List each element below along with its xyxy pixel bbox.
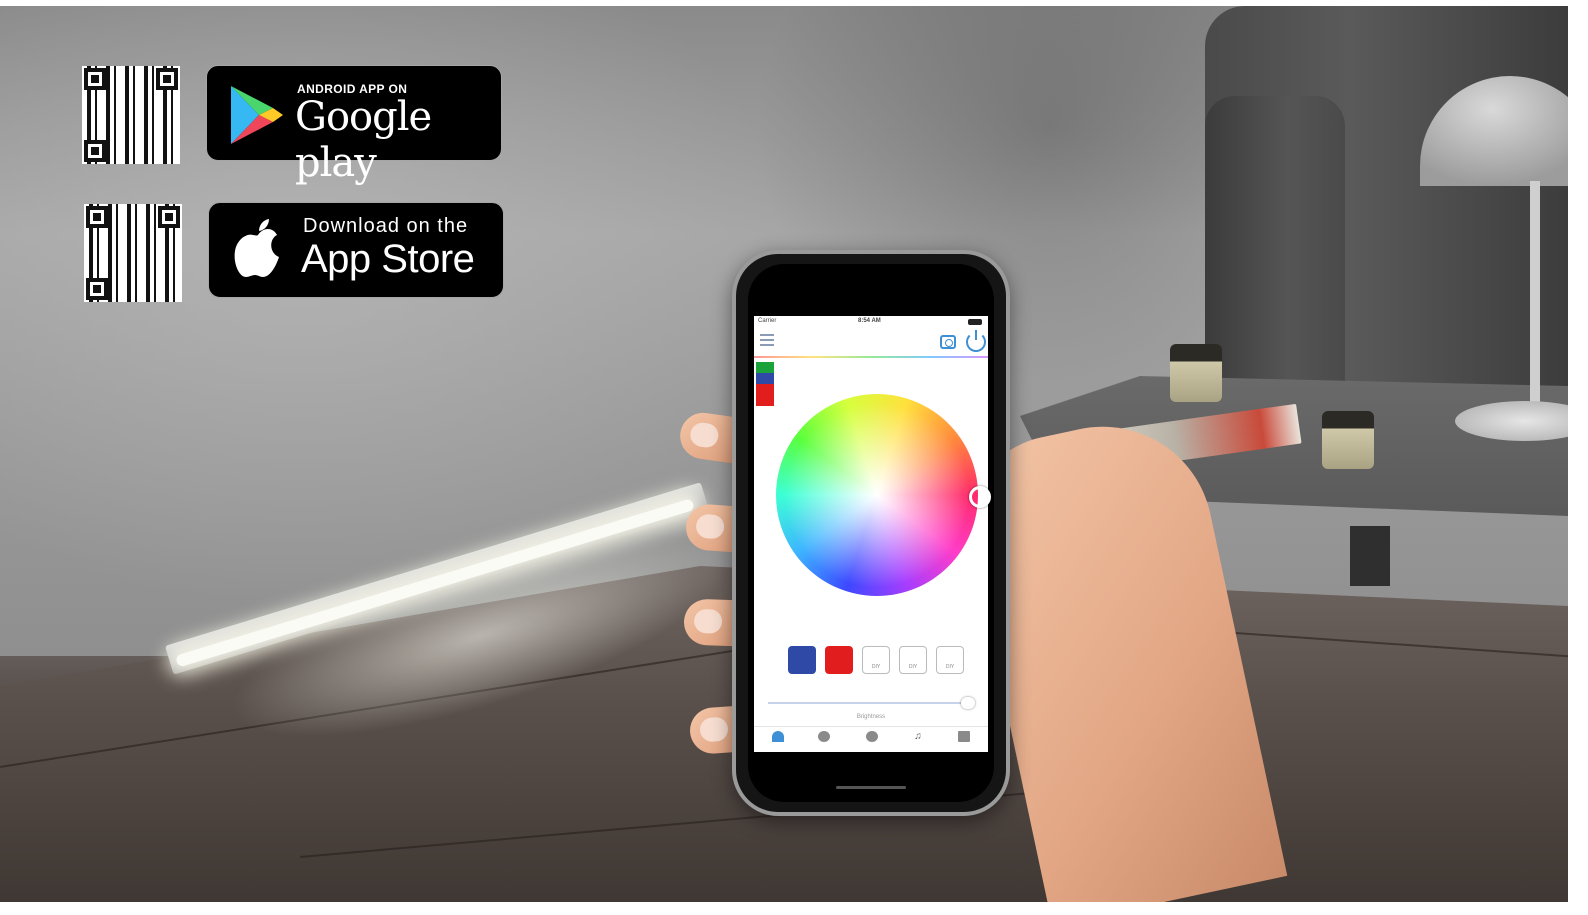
- tab-color[interactable]: [756, 729, 800, 751]
- qr-icon: [958, 731, 970, 742]
- app-store-big-label: App Store: [301, 237, 475, 281]
- brightness-slider-track[interactable]: [768, 702, 974, 704]
- power-icon[interactable]: [966, 330, 986, 352]
- preset-color-red[interactable]: [825, 646, 853, 674]
- ios-qr-code[interactable]: [84, 204, 182, 302]
- color-wheel-cursor[interactable]: [969, 486, 991, 508]
- google-play-icon: [231, 86, 283, 144]
- preset-label: DIY: [945, 664, 955, 670]
- qr-finder: [86, 278, 108, 300]
- swatch-green[interactable]: [756, 362, 774, 373]
- preset-label: DIY: [871, 664, 881, 670]
- swatch-red[interactable]: [756, 384, 774, 395]
- rainbow-divider: [754, 356, 988, 358]
- qr-finder: [86, 206, 108, 228]
- preset-diy-2[interactable]: DIY: [899, 646, 927, 674]
- tab-qr[interactable]: [942, 729, 986, 751]
- preset-color-blue[interactable]: [788, 646, 816, 674]
- tab-mode[interactable]: [802, 729, 846, 751]
- home-indicator: [836, 786, 906, 789]
- tab-music[interactable]: ♫: [896, 729, 940, 751]
- android-qr-code[interactable]: [82, 66, 180, 164]
- lamp-icon: [772, 731, 784, 742]
- brightness-label: Brightness: [856, 714, 886, 720]
- tab-mic[interactable]: [850, 729, 894, 751]
- preset-label: DIY: [908, 664, 918, 670]
- brightness-slider-thumb[interactable]: [960, 697, 975, 709]
- qr-finder: [84, 140, 106, 162]
- color-wheel[interactable]: [776, 394, 978, 596]
- led-controller-app: Carrier 8:54 AM DIY DIY DIY Brightness ♫: [754, 316, 991, 752]
- menu-icon[interactable]: [760, 334, 774, 346]
- sofa-arm: [1205, 96, 1345, 386]
- mode-icon: [818, 731, 830, 742]
- camera-scene-icon[interactable]: [940, 335, 956, 349]
- table-leg: [1350, 526, 1390, 586]
- qr-finder: [84, 68, 106, 90]
- app-top-bar: [754, 328, 988, 356]
- battery-icon: [968, 319, 982, 325]
- bottom-tab-bar: ♫: [754, 726, 988, 752]
- smartphone: Carrier 8:54 AM DIY DIY DIY Brightness ♫: [732, 250, 1010, 816]
- apple-icon: [234, 219, 279, 277]
- preset-diy-1[interactable]: DIY: [862, 646, 890, 674]
- google-play-big-label: Google play: [295, 94, 432, 186]
- phone-screen: Carrier 8:54 AM DIY DIY DIY Brightness ♫: [748, 264, 994, 802]
- lamp-pole: [1530, 181, 1540, 411]
- candle-jar: [1322, 411, 1374, 469]
- preset-diy-3[interactable]: DIY: [936, 646, 964, 674]
- phone-notch: [826, 264, 916, 286]
- color-presets: DIY DIY DIY: [788, 646, 978, 676]
- swatch-red[interactable]: [756, 395, 774, 406]
- rgb-swatch-stack[interactable]: [756, 362, 774, 406]
- google-play-badge[interactable]: ANDROID APP ON Google play: [206, 65, 502, 186]
- swatch-blue[interactable]: [756, 373, 774, 384]
- status-time: 8:54 AM: [858, 318, 881, 324]
- music-icon: ♫: [914, 731, 922, 742]
- mic-icon: [866, 731, 878, 742]
- app-store-badge[interactable]: Download on the App Store: [208, 202, 504, 298]
- status-bar: Carrier 8:54 AM: [754, 316, 988, 328]
- status-carrier: Carrier: [758, 318, 777, 324]
- qr-finder: [156, 68, 178, 90]
- app-store-small-label: Download on the: [303, 215, 469, 237]
- qr-finder: [158, 206, 180, 228]
- candle-jar: [1170, 344, 1222, 402]
